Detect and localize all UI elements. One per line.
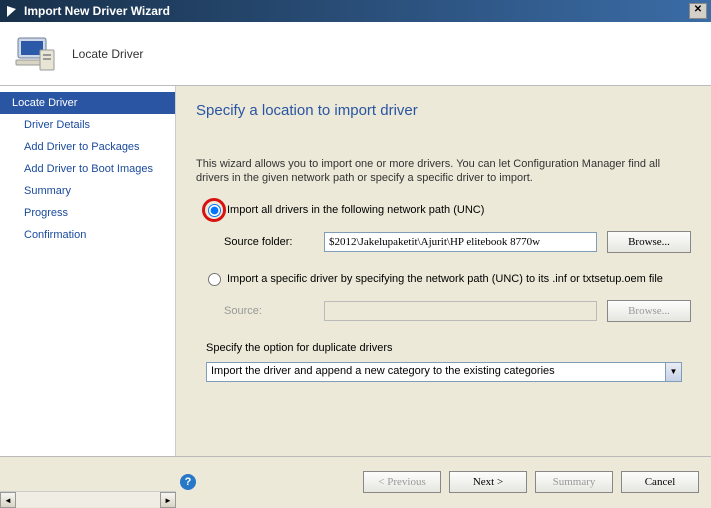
option-import-specific-row: Import a specific driver by specifying t… [196, 273, 691, 286]
option-import-all-row: Import all drivers in the following netw… [196, 204, 691, 217]
sidebar-item-label: Confirmation [24, 229, 86, 241]
radio-import-all-label: Import all drivers in the following netw… [227, 204, 484, 216]
scroll-left-button[interactable]: ◄ [0, 492, 16, 508]
window-title: Import New Driver Wizard [20, 4, 689, 18]
sidebar-item-progress[interactable]: Progress [0, 202, 175, 224]
scroll-track[interactable] [16, 492, 160, 507]
scroll-right-button[interactable]: ► [160, 492, 176, 508]
radio-import-all[interactable] [208, 204, 221, 217]
page-title: Specify a location to import driver [196, 102, 691, 119]
app-icon [4, 3, 20, 19]
source-folder-label: Source folder: [224, 236, 314, 248]
sidebar-item-add-to-boot-images[interactable]: Add Driver to Boot Images [0, 158, 175, 180]
duplicate-option-selected: Import the driver and append a new categ… [207, 363, 665, 381]
wizard-header: Locate Driver [0, 22, 711, 86]
sidebar-horizontal-scrollbar: ◄ ► [0, 491, 176, 507]
previous-button: < Previous [363, 471, 441, 493]
duplicate-option-combo[interactable]: Import the driver and append a new categ… [206, 362, 682, 382]
sidebar-item-label: Locate Driver [12, 97, 77, 109]
sidebar-item-summary[interactable]: Summary [0, 180, 175, 202]
sidebar-item-label: Summary [24, 185, 71, 197]
summary-button: Summary [535, 471, 613, 493]
browse-source-file-button: Browse... [607, 300, 691, 322]
sidebar-item-confirmation[interactable]: Confirmation [0, 224, 175, 246]
wizard-steps-sidebar: Locate Driver Driver Details Add Driver … [0, 86, 176, 456]
next-button[interactable]: Next > [449, 471, 527, 493]
sidebar-item-locate-driver[interactable]: Locate Driver [0, 92, 175, 114]
radio-import-specific-label: Import a specific driver by specifying t… [227, 273, 663, 285]
title-bar: Import New Driver Wizard ✕ [0, 0, 711, 22]
sidebar-item-label: Add Driver to Boot Images [24, 163, 153, 175]
browse-source-folder-button[interactable]: Browse... [607, 231, 691, 253]
sidebar-item-label: Add Driver to Packages [24, 141, 140, 153]
sidebar-item-add-to-packages[interactable]: Add Driver to Packages [0, 136, 175, 158]
chevron-down-icon[interactable]: ▼ [665, 363, 681, 381]
radio-import-specific[interactable] [208, 273, 221, 286]
sidebar-item-label: Driver Details [24, 119, 90, 131]
intro-text: This wizard allows you to import one or … [196, 157, 691, 186]
duplicate-option-label: Specify the option for duplicate drivers [206, 342, 691, 354]
sidebar-item-label: Progress [24, 207, 68, 219]
source-file-input [324, 301, 597, 321]
cancel-button[interactable]: Cancel [621, 471, 699, 493]
header-subtitle: Locate Driver [72, 47, 143, 61]
close-button[interactable]: ✕ [689, 3, 707, 19]
main-panel: Specify a location to import driver This… [176, 86, 711, 456]
source-folder-input[interactable] [324, 232, 597, 252]
help-icon[interactable]: ? [180, 474, 196, 490]
wizard-footer: ◄ ► ? < Previous Next > Summary Cancel [0, 456, 711, 506]
computer-icon [10, 30, 58, 78]
source-file-label: Source: [224, 305, 314, 317]
sidebar-item-driver-details[interactable]: Driver Details [0, 114, 175, 136]
